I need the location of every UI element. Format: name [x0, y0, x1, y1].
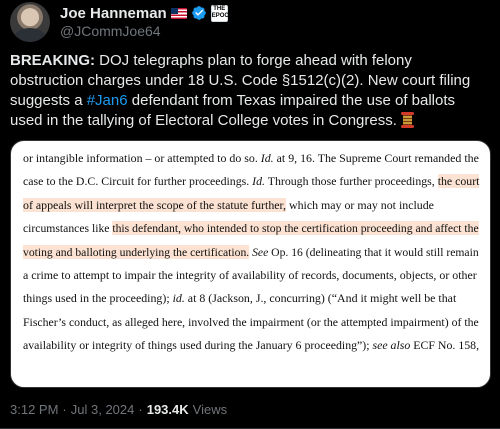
document-text-segment: case to the D.C. Circuit for further pro…	[23, 174, 253, 189]
affiliate-badge-icon[interactable]: THE EPOCH	[210, 4, 233, 22]
views-count: 193.4K	[146, 401, 189, 417]
document-line: or intangible information – or attempted…	[23, 147, 479, 170]
tweet-meta: 3:12 PM · Jul 3, 2024 · 193.4K Views	[10, 400, 490, 418]
document-text-segment: which may or may not include	[286, 197, 434, 212]
author-name-line: Joe Hanneman THE EPOCH	[60, 4, 233, 22]
highlighted-text: voting and balloting underlying the cert…	[23, 244, 250, 259]
document-text-segment: at 8 (Jackson, J., concurring) (“And it …	[184, 291, 457, 306]
highlighted-text: of appeals will interpret the scope of t…	[23, 197, 287, 212]
meta-separator: ·	[62, 401, 67, 417]
document-line: a crime to attempt to impair the integri…	[23, 264, 479, 287]
us-flag-icon	[170, 7, 187, 19]
document-text-segment: Through those further proceedings,	[264, 174, 438, 189]
document-text-segment: Op. 16 (delineating that it would still …	[268, 244, 479, 259]
document-line: things used in the proceeding); id. at 8…	[23, 287, 479, 310]
document-text-segment: or intangible information – or attempted…	[23, 151, 261, 165]
document-text-segment: see also	[372, 338, 411, 353]
meta-separator: ·	[138, 401, 143, 417]
document-line: Fischer’s conduct, as alleged here, invo…	[23, 311, 479, 334]
avatar[interactable]	[10, 2, 50, 42]
document-text-segment: things used in the proceeding);	[23, 291, 173, 306]
highlighted-text: the court	[437, 174, 480, 189]
tweet-date[interactable]: Jul 3, 2024	[71, 402, 135, 417]
document-line: of appeals will interpret the scope of t…	[23, 194, 479, 217]
views-label: Views	[192, 401, 228, 417]
document-text-segment: Id.	[252, 174, 265, 189]
display-name[interactable]: Joe Hanneman	[60, 5, 167, 22]
hashtag-link[interactable]: #Jan6	[87, 92, 128, 109]
document-text-segment: ECF No. 158,	[410, 338, 480, 353]
document-line: availability or integrity of things used…	[23, 334, 480, 357]
tweet-time[interactable]: 3:12 PM	[10, 402, 58, 417]
document-text-segment: See	[252, 244, 269, 259]
document-text-segment: Fischer’s conduct, as alleged here, invo…	[23, 314, 479, 329]
document-image-card[interactable]: or intangible information – or attempted…	[10, 140, 491, 388]
document-text-segment: availability or integrity of things used…	[23, 338, 373, 353]
author-handle[interactable]: @JCommJoe64	[60, 23, 161, 39]
tweet-text: BREAKING: DOJ telegraphs plan to forge a…	[10, 51, 488, 131]
document-text-segment: id.	[172, 291, 185, 306]
verified-badge-icon[interactable]	[191, 5, 207, 21]
tweet-lead-bold: BREAKING:	[10, 52, 95, 69]
document-line: case to the D.C. Circuit for further pro…	[23, 170, 480, 193]
document-text-segment: at 9, 16. The Supreme Court remanded the	[273, 151, 479, 165]
document-text: or intangible information – or attempted…	[23, 147, 480, 358]
document-line: circumstances like this defendant, who i…	[23, 217, 479, 240]
scroll-emoji-icon	[401, 112, 415, 128]
document-text-segment: a crime to attempt to impair the integri…	[23, 267, 477, 282]
document-text-segment: circumstances like	[23, 221, 113, 236]
document-line: voting and balloting underlying the cert…	[23, 241, 479, 264]
tweet-header: Joe Hanneman THE EPOCH @JCommJoe64	[10, 2, 490, 42]
document-text-segment: Id.	[260, 151, 274, 165]
highlighted-text: this defendant, who intended to stop the…	[112, 221, 479, 236]
